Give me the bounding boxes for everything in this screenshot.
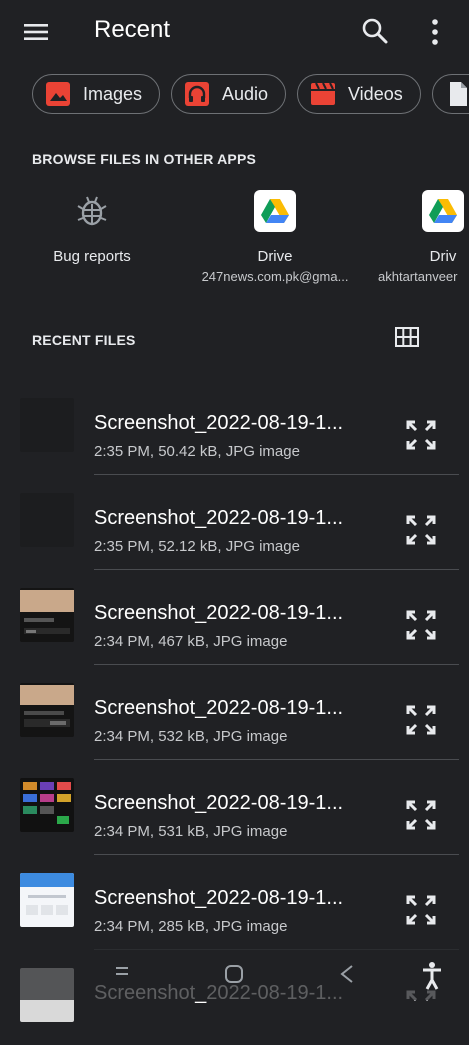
file-row[interactable]: Screenshot_2022-08-19-1... 2:34 PM, 531 …	[0, 760, 469, 855]
chip-label: Images	[83, 83, 143, 104]
expand-icon[interactable]	[404, 418, 438, 452]
file-row[interactable]: Screenshot_2022-08-19-1... 2:35 PM, 50.4…	[0, 380, 469, 475]
file-meta: 2:35 PM, 52.12 kB, JPG image	[94, 538, 300, 555]
expand-icon[interactable]	[404, 608, 438, 642]
accessibility-icon[interactable]	[420, 962, 444, 990]
file-name: Screenshot_2022-08-19-1...	[94, 507, 344, 529]
app-drive-second[interactable]: Driv akhtartanveer	[378, 190, 469, 284]
system-navigation-bar	[0, 944, 469, 1000]
file-thumbnail	[20, 778, 74, 832]
expand-icon[interactable]	[404, 893, 438, 927]
expand-icon[interactable]	[404, 798, 438, 832]
chip-label: Audio	[222, 83, 269, 104]
file-thumbnail	[20, 683, 74, 737]
file-meta: 2:35 PM, 50.42 kB, JPG image	[94, 443, 300, 460]
app-account: 247news.com.pk@gma...	[201, 269, 349, 284]
app-bug-reports[interactable]: Bug reports	[40, 190, 144, 265]
headphones-icon	[184, 81, 210, 107]
home-icon[interactable]	[222, 962, 246, 986]
file-meta: 2:34 PM, 531 kB, JPG image	[94, 823, 288, 840]
app-drive[interactable]: Drive 247news.com.pk@gma...	[190, 190, 360, 284]
file-thumbnail	[20, 588, 74, 642]
file-row[interactable]: Screenshot_2022-08-19-1... 2:35 PM, 52.1…	[0, 475, 469, 570]
file-thumbnail	[20, 398, 74, 452]
file-name: Screenshot_2022-08-19-1...	[94, 602, 344, 624]
hamburger-menu-icon[interactable]	[20, 18, 52, 46]
file-meta: 2:34 PM, 285 kB, JPG image	[94, 918, 288, 935]
file-row[interactable]: Screenshot_2022-08-19-1... 2:34 PM, 532 …	[0, 665, 469, 760]
file-name: Screenshot_2022-08-19-1...	[94, 697, 344, 719]
category-chips: Images Audio Videos	[0, 72, 469, 120]
google-drive-icon	[422, 190, 464, 232]
expand-icon[interactable]	[404, 703, 438, 737]
file-name: Screenshot_2022-08-19-1...	[94, 792, 344, 814]
expand-icon[interactable]	[404, 513, 438, 547]
bug-icon	[71, 190, 113, 232]
google-drive-icon	[254, 190, 296, 232]
browse-apps-heading: BROWSE FILES IN OTHER APPS	[32, 151, 257, 167]
back-icon[interactable]	[336, 962, 360, 986]
other-apps-row: Bug reports Drive 247news.com.pk@gma... …	[0, 190, 469, 300]
chip-images[interactable]: Images	[32, 74, 160, 114]
recent-files-heading: RECENT FILES	[32, 332, 136, 348]
video-clapper-icon	[310, 81, 336, 107]
chip-documents[interactable]	[432, 74, 469, 114]
document-icon	[445, 81, 469, 107]
app-name: Drive	[257, 248, 293, 265]
page-title: Recent	[94, 16, 171, 43]
recent-apps-icon[interactable]	[110, 962, 134, 986]
file-thumbnail	[20, 493, 74, 547]
file-name: Screenshot_2022-08-19-1...	[94, 412, 344, 434]
chip-label: Videos	[348, 83, 403, 104]
app-name: Bug reports	[53, 248, 131, 265]
file-name: Screenshot_2022-08-19-1...	[94, 887, 344, 909]
grid-view-icon[interactable]	[394, 326, 420, 348]
app-account: akhtartanveer	[378, 269, 458, 284]
app-name: Driv	[429, 248, 457, 265]
chip-audio[interactable]: Audio	[171, 74, 286, 114]
file-row[interactable]: Screenshot_2022-08-19-1... 2:34 PM, 467 …	[0, 570, 469, 665]
top-app-bar: Recent	[0, 0, 469, 64]
file-meta: 2:34 PM, 467 kB, JPG image	[94, 633, 288, 650]
file-thumbnail	[20, 873, 74, 927]
file-meta: 2:34 PM, 532 kB, JPG image	[94, 728, 288, 745]
file-row[interactable]: Screenshot_2022-08-19-1... 2:34 PM, 285 …	[0, 855, 469, 950]
search-icon[interactable]	[360, 16, 390, 46]
image-icon	[45, 81, 71, 107]
chip-videos[interactable]: Videos	[297, 74, 421, 114]
more-vertical-icon[interactable]	[420, 14, 450, 50]
